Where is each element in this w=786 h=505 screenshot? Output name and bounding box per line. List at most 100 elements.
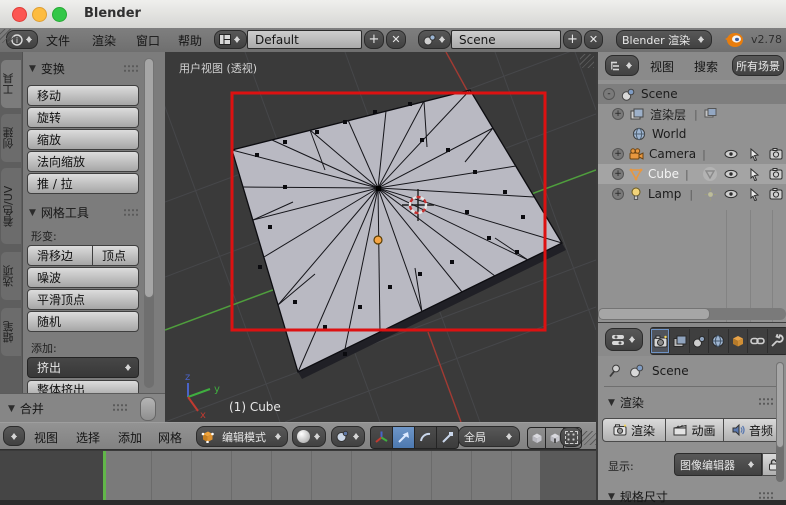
panel-header-render[interactable]: ▼ 渲染 — [608, 394, 644, 411]
visibility-eye-icon[interactable] — [724, 188, 738, 200]
shading-dropdown[interactable] — [292, 426, 326, 447]
menu-select[interactable]: 选择 — [76, 429, 100, 446]
properties-scrollbar-handle[interactable] — [776, 362, 784, 448]
tab-render[interactable] — [651, 329, 671, 353]
orientation-dropdown[interactable]: 全局 — [458, 426, 520, 447]
tab-create[interactable]: 创建 — [1, 114, 21, 162]
selectability-cursor-icon[interactable] — [749, 187, 760, 201]
occlude-geometry-button[interactable] — [560, 427, 582, 447]
menu-mesh[interactable]: 网格 — [158, 429, 182, 446]
minimize-window-button[interactable] — [32, 7, 47, 22]
editor-type-3dview-button[interactable] — [3, 426, 25, 446]
panel-header-transform[interactable]: ▼ 变换 — [29, 60, 65, 77]
outliner-row-cube[interactable]: + Cube | — [598, 164, 786, 184]
extrude-region-button[interactable]: 整体挤出 — [27, 380, 139, 393]
outliner-row-world[interactable]: World — [598, 124, 786, 144]
layout-name-field[interactable]: Default — [247, 30, 362, 49]
noise-button[interactable]: 噪波 — [27, 267, 139, 288]
outliner-hscrollbar-handle[interactable] — [598, 308, 710, 320]
region-resize-grip[interactable] — [0, 29, 14, 43]
randomize-button[interactable]: 随机 — [27, 311, 139, 332]
pivot-dropdown[interactable] — [331, 426, 365, 447]
edge-slide-button[interactable]: 滑移边 — [27, 245, 93, 266]
menu-window[interactable]: 窗口 — [136, 32, 160, 49]
menu-help[interactable]: 帮助 — [178, 32, 202, 49]
vertex-select-button[interactable] — [528, 428, 546, 448]
region-resize-grip[interactable] — [580, 54, 594, 68]
display-dropdown[interactable]: 图像编辑器 — [674, 453, 762, 476]
expand-toggle[interactable]: + — [612, 108, 624, 120]
tab-shading-uv[interactable]: 着色/UV — [1, 168, 21, 244]
render-still-button[interactable]: 渲染 — [602, 418, 666, 442]
tab-constraints[interactable] — [748, 329, 768, 353]
mode-dropdown[interactable]: 编辑模式 — [196, 426, 288, 447]
tab-modifiers[interactable] — [768, 329, 786, 353]
visibility-eye-icon[interactable] — [724, 168, 738, 180]
render-engine-dropdown[interactable]: Blender 渲染 — [616, 30, 712, 49]
renderability-camera-icon[interactable] — [769, 168, 783, 180]
panel-header-merge[interactable]: ▼ 合并 — [0, 393, 165, 422]
editor-type-outliner-button[interactable] — [605, 55, 639, 76]
scene-name-field[interactable]: Scene — [451, 30, 561, 49]
outliner-row-camera[interactable]: + Camera | — [598, 144, 786, 164]
menu-file[interactable]: 文件 — [46, 32, 70, 49]
outliner-row-scene[interactable]: - Scene — [598, 84, 786, 104]
expand-toggle[interactable]: + — [612, 168, 624, 180]
tab-grease-pencil[interactable]: 蜡笔 — [1, 308, 21, 356]
render-audio-button[interactable]: 音频 — [724, 418, 782, 442]
tab-scene[interactable] — [690, 329, 710, 353]
add-scene-button[interactable]: + — [563, 30, 582, 49]
tab-world[interactable] — [709, 329, 729, 353]
outliner-menu-search[interactable]: 搜索 — [694, 58, 718, 75]
properties-scrollbar-track[interactable] — [776, 362, 784, 482]
expand-toggle[interactable]: + — [612, 188, 624, 200]
current-frame-marker[interactable] — [103, 450, 106, 500]
tab-render-layers[interactable] — [670, 329, 690, 353]
timeline[interactable] — [0, 450, 596, 500]
maximize-window-button[interactable] — [52, 7, 67, 22]
menu-render[interactable]: 渲染 — [92, 32, 116, 49]
render-animation-button[interactable]: 动画 — [666, 418, 724, 442]
rotate-button[interactable]: 旋转 — [27, 107, 139, 128]
panel-header-mesh-tools[interactable]: ▼ 网格工具 — [29, 204, 89, 221]
region-resize-grip[interactable] — [582, 431, 596, 445]
scale-button[interactable]: 缩放 — [27, 129, 139, 150]
outliner-hscrollbar-track[interactable] — [598, 308, 786, 320]
outliner-menu-view[interactable]: 视图 — [650, 58, 674, 75]
outliner-row-lamp[interactable]: + Lamp | — [598, 184, 786, 204]
extrude-dropdown[interactable]: 挤出 — [27, 357, 139, 378]
editor-type-properties-button[interactable] — [605, 328, 643, 351]
delete-layout-button[interactable]: ✕ — [386, 30, 406, 49]
tab-tools[interactable]: 工具 — [1, 60, 21, 108]
vertex-slide-button[interactable]: 顶点 — [93, 245, 139, 266]
renderability-camera-icon[interactable] — [769, 148, 783, 160]
menu-add[interactable]: 添加 — [118, 429, 142, 446]
expand-toggle[interactable]: + — [612, 148, 624, 160]
shelf-scrollbar-handle[interactable] — [144, 58, 154, 298]
close-window-button[interactable] — [12, 7, 27, 22]
pin-icon[interactable] — [608, 364, 621, 378]
smooth-vertex-button[interactable]: 平滑顶点 — [27, 289, 139, 310]
delete-scene-button[interactable]: ✕ — [584, 30, 603, 49]
tab-options[interactable]: 选项 — [1, 252, 21, 300]
selectability-cursor-icon[interactable] — [749, 167, 760, 181]
manipulator-axis-button[interactable] — [371, 427, 393, 448]
menu-view[interactable]: 视图 — [34, 429, 58, 446]
selectability-cursor-icon[interactable] — [749, 147, 760, 161]
shelf-scrollbar-track[interactable] — [144, 58, 154, 388]
panel-header-dimensions[interactable]: ▼ 规格尺寸 — [608, 488, 668, 505]
shelf-scrollbar-end[interactable] — [140, 397, 156, 421]
expand-toggle[interactable]: - — [603, 88, 615, 100]
viewport-3d[interactable]: z y x 用户视图 (透视) (1) Cube — [165, 52, 596, 422]
manipulator-scale-button[interactable] — [437, 427, 458, 448]
manipulator-translate-button[interactable] — [393, 427, 415, 448]
outliner-filter-dropdown[interactable]: 所有场景 — [732, 55, 784, 76]
outliner-row-renderlayers[interactable]: + 渲染层 | — [598, 104, 786, 124]
tab-object[interactable] — [729, 329, 749, 353]
scene-icon-button[interactable] — [418, 30, 451, 49]
screen-layout-icon-button[interactable] — [214, 30, 247, 49]
manipulator-rotate-button[interactable] — [415, 427, 437, 448]
add-layout-button[interactable]: + — [364, 30, 384, 49]
renderability-camera-icon[interactable] — [769, 188, 783, 200]
visibility-eye-icon[interactable] — [724, 148, 738, 160]
